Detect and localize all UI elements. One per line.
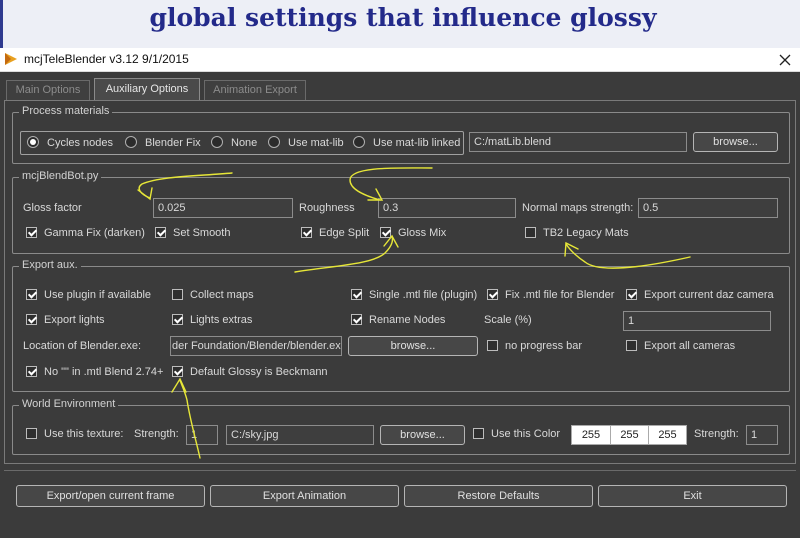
checkbox-label: Single .mtl file (plugin): [369, 289, 478, 301]
checkbox-label: Rename Nodes: [369, 314, 446, 326]
gamma-fix-checkbox[interactable]: [26, 227, 37, 238]
checkbox-label: Export lights: [44, 314, 105, 326]
footer-divider: [4, 470, 796, 471]
checkbox-label: Export all cameras: [644, 340, 736, 352]
single-mtl-checkbox[interactable]: [351, 289, 362, 300]
gloss-factor-input[interactable]: 0.025: [153, 198, 293, 218]
checkbox-label: Gloss Mix: [398, 227, 447, 239]
use-color-label: Use this Color: [491, 428, 561, 440]
set-smooth-checkbox[interactable]: [155, 227, 166, 238]
app-icon: [5, 53, 17, 65]
checkbox-label: Collect maps: [190, 289, 254, 301]
color-red-input[interactable]: 255: [571, 425, 611, 445]
restore-defaults-button[interactable]: Restore Defaults: [404, 485, 593, 507]
window-titlebar: mcjTeleBlender v3.12 9/1/2015: [0, 48, 800, 72]
checkbox-label: Export current daz camera: [644, 289, 774, 301]
normal-maps-strength-input[interactable]: 0.5: [638, 198, 778, 218]
matlib-browse-button[interactable]: browse...: [693, 132, 778, 152]
exit-button[interactable]: Exit: [598, 485, 787, 507]
tab-auxiliary-options[interactable]: Auxiliary Options: [94, 78, 200, 100]
fix-mtl-checkbox[interactable]: [487, 289, 498, 300]
use-color-checkbox[interactable]: [473, 428, 484, 439]
radio-label: Use mat-lib: [288, 137, 344, 149]
banner: global settings that influence glossy: [0, 0, 800, 48]
scale-label: Scale (%): [484, 314, 532, 326]
checkbox-label: TB2 Legacy Mats: [543, 227, 629, 239]
checkbox-label: Gamma Fix (darken): [44, 227, 145, 239]
radio-label: Cycles nodes: [47, 137, 114, 149]
group-legend: Process materials: [19, 105, 113, 117]
blender-browse-button[interactable]: browse...: [348, 336, 478, 356]
radio-use-mat-lib[interactable]: [268, 136, 280, 148]
checkbox-label: Default Glossy is Beckmann: [190, 366, 328, 378]
lights-extras-checkbox[interactable]: [172, 314, 183, 325]
radio-none[interactable]: [211, 136, 223, 148]
checkbox-label: Lights extras: [190, 314, 253, 326]
radio-use-mat-lib-linked[interactable]: [353, 136, 365, 148]
roughness-input[interactable]: 0.3: [378, 198, 516, 218]
gloss-mix-checkbox[interactable]: [380, 227, 391, 238]
gloss-factor-label: Gloss factor: [23, 202, 82, 214]
no-quotes-mtl-checkbox[interactable]: [26, 366, 37, 377]
matlib-path-input[interactable]: C:/matLib.blend: [469, 132, 687, 152]
texture-path-input[interactable]: C:/sky.jpg: [226, 425, 374, 445]
use-plugin-checkbox[interactable]: [26, 289, 37, 300]
color-green-input[interactable]: 255: [611, 425, 649, 445]
radio-label: Use mat-lib linked: [373, 137, 461, 149]
color-strength-label: Strength:: [694, 428, 739, 440]
no-progress-bar-checkbox[interactable]: [487, 340, 498, 351]
close-button[interactable]: [770, 48, 800, 72]
edge-split-checkbox[interactable]: [301, 227, 312, 238]
checkbox-label: Edge Split: [319, 227, 370, 239]
texture-strength-input[interactable]: 1: [186, 425, 218, 445]
radio-label: Blender Fix: [145, 137, 201, 149]
group-legend: World Environment: [19, 398, 119, 410]
scale-input[interactable]: 1: [623, 311, 771, 331]
use-texture-label: Use this texture:: [44, 428, 124, 440]
radio-blender-fix[interactable]: [125, 136, 137, 148]
banner-title: global settings that influence glossy: [149, 3, 657, 32]
radio-label: None: [231, 137, 258, 149]
window-title: mcjTeleBlender v3.12 9/1/2015: [24, 52, 189, 66]
normal-maps-strength-label: Normal maps strength:: [522, 202, 634, 214]
collect-maps-checkbox[interactable]: [172, 289, 183, 300]
export-animation-button[interactable]: Export Animation: [210, 485, 399, 507]
close-icon: [779, 54, 791, 66]
checkbox-label: Set Smooth: [173, 227, 231, 239]
texture-strength-label: Strength:: [134, 428, 179, 440]
blender-path-input[interactable]: der Foundation/Blender/blender.exe: [170, 336, 342, 356]
export-daz-camera-checkbox[interactable]: [626, 289, 637, 300]
export-all-cameras-checkbox[interactable]: [626, 340, 637, 351]
roughness-label: Roughness: [299, 202, 355, 214]
tab-main-options[interactable]: Main Options: [6, 80, 90, 100]
export-lights-checkbox[interactable]: [26, 314, 37, 325]
checkbox-label: Fix .mtl file for Blender: [505, 289, 615, 301]
radio-cycles-nodes[interactable]: [27, 136, 39, 148]
color-strength-input[interactable]: 1: [746, 425, 778, 445]
texture-browse-button[interactable]: browse...: [380, 425, 465, 445]
checkbox-label: No "" in .mtl Blend 2.74+: [44, 366, 164, 378]
rename-nodes-checkbox[interactable]: [351, 314, 362, 325]
use-texture-checkbox[interactable]: [26, 428, 37, 439]
tb2-legacy-mats-checkbox[interactable]: [525, 227, 536, 238]
group-legend: mcjBlendBot.py: [19, 170, 102, 182]
group-legend: Export aux.: [19, 259, 81, 271]
checkbox-label: Use plugin if available: [44, 289, 152, 301]
blender-location-label: Location of Blender.exe:: [23, 340, 142, 352]
color-blue-input[interactable]: 255: [649, 425, 687, 445]
export-current-frame-button[interactable]: Export/open current frame: [16, 485, 205, 507]
default-glossy-beckmann-checkbox[interactable]: [172, 366, 183, 377]
checkbox-label: no progress bar: [505, 340, 583, 352]
tab-animation-export[interactable]: Animation Export: [204, 80, 306, 100]
